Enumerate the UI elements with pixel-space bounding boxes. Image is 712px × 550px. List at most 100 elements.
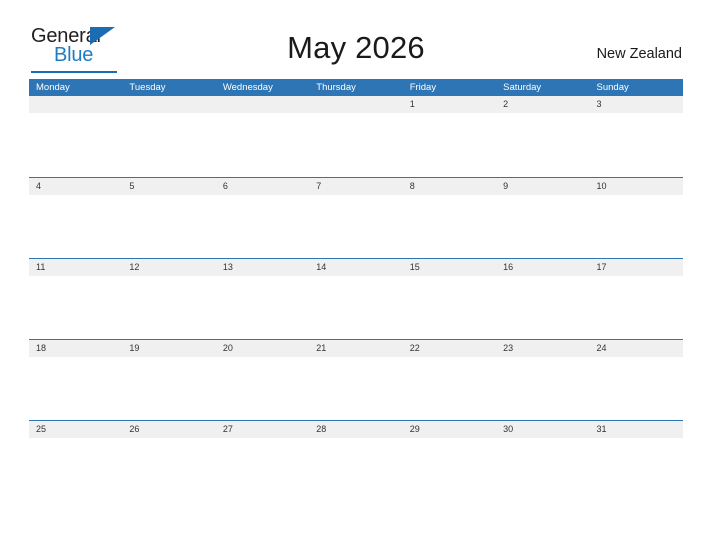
day-cell[interactable]: 3 [589,96,683,177]
region-label: New Zealand [596,46,682,62]
day-cell[interactable]: 27 [215,421,310,501]
day-events-area[interactable] [122,357,216,420]
day-events-area[interactable] [589,195,683,258]
day-events-area[interactable] [496,113,590,176]
day-events-area[interactable] [402,438,497,501]
weekday-header-thursday: Thursday [316,82,356,93]
day-events-area[interactable] [309,195,403,258]
calendar-page: General Blue May 2026 New Zealand Monday… [0,0,712,550]
week-row: 18 19 20 21 22 23 24 [29,339,683,420]
day-cell[interactable]: 6 [215,178,310,258]
day-cell[interactable]: 1 [402,96,497,177]
day-events-area[interactable] [122,113,216,176]
weekday-header-wednesday: Wednesday [222,82,273,93]
day-events-area[interactable] [122,438,216,501]
day-number: 14 [309,259,403,276]
day-cell[interactable] [309,96,403,177]
day-events-area[interactable] [402,195,497,258]
day-cell[interactable] [122,96,216,177]
day-cell[interactable]: 14 [309,259,403,339]
day-events-area[interactable] [122,195,216,258]
weekday-header-sunday: Sunday [596,82,629,93]
day-events-area[interactable] [496,357,590,420]
day-cell[interactable]: 22 [402,340,497,420]
weekday-header-monday: Monday [36,82,70,93]
day-cell[interactable]: 15 [402,259,497,339]
day-cell[interactable]: 30 [496,421,590,501]
day-events-area[interactable] [496,195,590,258]
day-number: 31 [589,421,683,438]
day-cell[interactable]: 19 [122,340,216,420]
day-events-area[interactable] [29,276,123,339]
day-number: 5 [122,178,216,195]
day-events-area[interactable] [215,113,310,176]
day-cell[interactable]: 4 [29,178,123,258]
day-events-area[interactable] [589,438,683,501]
day-cell[interactable]: 16 [496,259,590,339]
day-events-area[interactable] [215,195,310,258]
day-events-area[interactable] [402,113,497,176]
day-events-area[interactable] [402,276,497,339]
day-cell[interactable]: 21 [309,340,403,420]
day-number: 8 [402,178,497,195]
day-cell[interactable]: 5 [122,178,216,258]
day-cell[interactable]: 24 [589,340,683,420]
day-number: 26 [122,421,216,438]
day-events-area[interactable] [122,276,216,339]
day-events-area[interactable] [215,276,310,339]
day-events-area[interactable] [309,276,403,339]
day-cell[interactable] [215,96,310,177]
day-events-area[interactable] [29,357,123,420]
weekday-header-friday: Friday [409,82,437,93]
day-number: 27 [215,421,310,438]
day-events-area[interactable] [589,357,683,420]
day-number: 21 [309,340,403,357]
day-number: 23 [496,340,590,357]
day-cell[interactable] [29,96,123,177]
day-cell[interactable]: 20 [215,340,310,420]
day-number: 12 [122,259,216,276]
day-cell[interactable]: 23 [496,340,590,420]
weekday-header-row: Monday Tuesday Wednesday Thursday Friday… [29,79,683,96]
day-cell[interactable]: 9 [496,178,590,258]
day-cell[interactable]: 11 [29,259,123,339]
day-cell[interactable]: 29 [402,421,497,501]
day-events-area[interactable] [496,276,590,339]
week-row: 11 12 13 14 15 16 17 [29,258,683,339]
day-cell[interactable]: 28 [309,421,403,501]
day-events-area[interactable] [309,113,403,176]
day-cell[interactable]: 25 [29,421,123,501]
day-events-area[interactable] [496,438,590,501]
week-row: 4 5 6 7 8 9 10 [29,177,683,258]
day-number: 6 [215,178,310,195]
day-events-area[interactable] [29,195,123,258]
day-events-area[interactable] [402,357,497,420]
day-cell[interactable]: 18 [29,340,123,420]
day-cell[interactable]: 31 [589,421,683,501]
day-cell[interactable]: 17 [589,259,683,339]
day-cell[interactable]: 8 [402,178,497,258]
day-cell[interactable]: 26 [122,421,216,501]
day-number: 25 [29,421,123,438]
day-number: 16 [496,259,590,276]
day-events-area[interactable] [589,276,683,339]
day-cell[interactable]: 12 [122,259,216,339]
day-events-area[interactable] [29,438,123,501]
day-events-area[interactable] [309,438,403,501]
day-cell[interactable]: 10 [589,178,683,258]
day-events-area[interactable] [29,113,123,176]
day-number: 9 [496,178,590,195]
day-cell[interactable]: 2 [496,96,590,177]
day-events-area[interactable] [309,357,403,420]
day-cell[interactable]: 13 [215,259,310,339]
day-number: 1 [402,96,497,113]
day-events-area[interactable] [215,438,310,501]
day-events-area[interactable] [589,113,683,176]
day-events-area[interactable] [215,357,310,420]
weekday-header-tuesday: Tuesday [129,82,166,93]
day-number: 3 [589,96,683,113]
day-number: 24 [589,340,683,357]
day-number [29,96,123,113]
day-number: 17 [589,259,683,276]
day-cell[interactable]: 7 [309,178,403,258]
